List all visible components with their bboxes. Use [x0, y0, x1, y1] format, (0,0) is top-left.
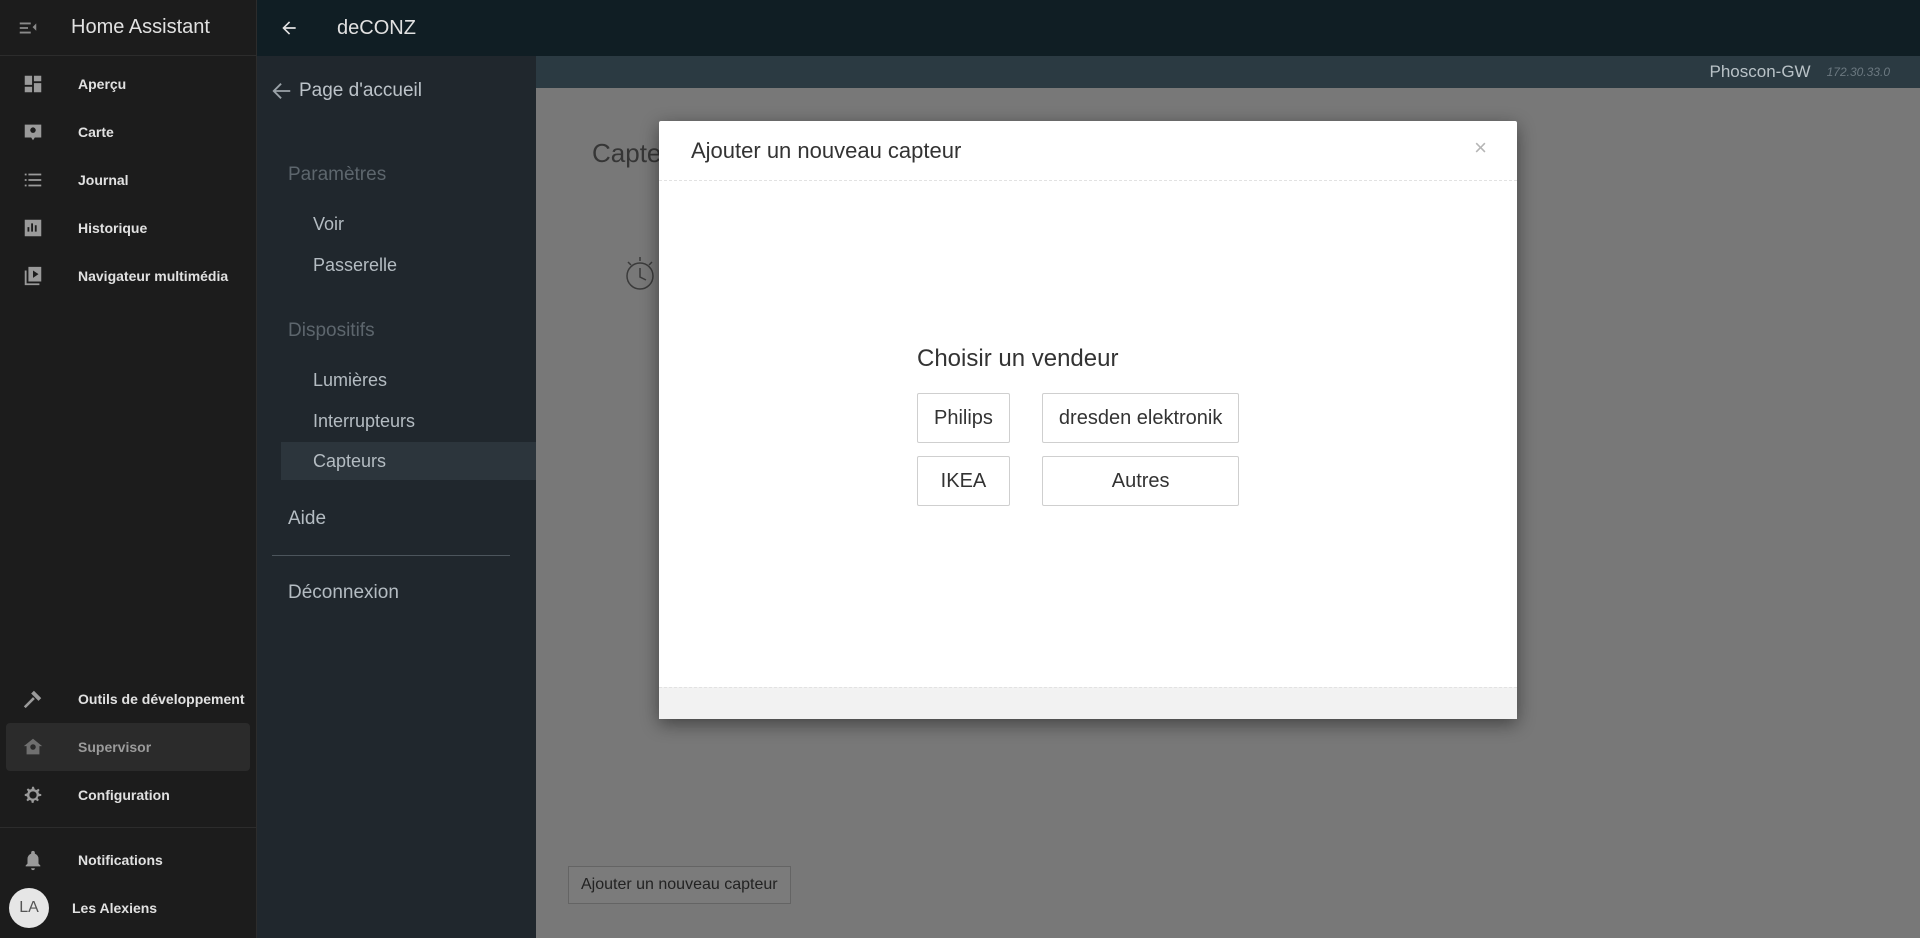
gear-icon	[24, 786, 42, 803]
vendor-button-ikea[interactable]: IKEA	[917, 456, 1010, 506]
sidebar-item-label: Les Alexiens	[72, 900, 158, 916]
ha-sidebar: Home Assistant Aperçu Carte Journal Hist…	[0, 0, 257, 938]
menu-link-aide[interactable]: Aide	[288, 508, 326, 530]
sidebar-item-dev-tools[interactable]: Outils de développement	[6, 675, 250, 723]
sidebar-item-label: Aperçu	[78, 76, 127, 92]
sidebar-item-label: Carte	[78, 124, 114, 140]
menu-link-lumieres[interactable]: Lumières	[313, 370, 387, 391]
section-dispositifs: Dispositifs	[288, 320, 375, 341]
home-gear-icon	[23, 738, 43, 755]
vendor-heading: Choisir un vendeur	[917, 345, 1119, 372]
home-link[interactable]: Page d'accueil	[271, 80, 422, 102]
sidebar-item-historique[interactable]: Historique	[6, 204, 250, 252]
sidebar-item-journal[interactable]: Journal	[6, 156, 250, 204]
arrow-left-icon	[282, 21, 296, 35]
sidebar-item-label: Notifications	[78, 852, 163, 868]
menu-collapse-icon	[19, 22, 37, 33]
sidebar-item-label: Historique	[78, 220, 148, 236]
menu-toggle-button[interactable]	[0, 0, 56, 56]
home-link-label: Page d'accueil	[299, 80, 422, 101]
menu-link-voir[interactable]: Voir	[313, 214, 344, 235]
gateway-name: Phoscon-GW	[1709, 62, 1811, 81]
media-icon	[24, 266, 42, 286]
avatar: LA	[9, 888, 49, 928]
map-icon	[24, 124, 42, 141]
vendor-button-philips[interactable]: Philips	[917, 393, 1010, 443]
vendor-chooser: Choisir un vendeur Philips dresden elekt…	[917, 345, 1240, 506]
sidebar-item-user[interactable]: LA Les Alexiens	[6, 884, 250, 932]
sidebar-item-configuration[interactable]: Configuration	[6, 771, 250, 819]
app-title: Home Assistant	[71, 16, 210, 38]
phoscon-menu: Page d'accueil Paramètres Voir Passerell…	[257, 56, 536, 938]
menu-link-deconnexion[interactable]: Déconnexion	[288, 582, 399, 604]
top-toolbar: deCONZ	[257, 0, 1920, 56]
list-icon	[24, 173, 42, 187]
sidebar-nav: Aperçu Carte Journal Historique Navigate…	[0, 56, 256, 300]
sidebar-bottom: Outils de développement Supervisor Confi…	[0, 675, 256, 938]
back-button[interactable]	[261, 0, 317, 56]
menu-divider	[272, 555, 510, 556]
close-icon[interactable]: ×	[1474, 135, 1487, 161]
bell-icon	[25, 850, 41, 871]
vendor-button-dresden-elektronik[interactable]: dresden elektronik	[1041, 393, 1240, 443]
section-parametres: Paramètres	[288, 164, 387, 185]
sidebar-item-notifications[interactable]: Notifications	[6, 836, 250, 884]
sidebar-divider	[0, 827, 256, 828]
gateway-bar: Phoscon-GW 172.30.33.0	[536, 56, 1920, 88]
sidebar-item-label: Outils de développement	[78, 691, 245, 707]
hammer-icon	[23, 690, 42, 709]
menu-link-passerelle[interactable]: Passerelle	[313, 255, 397, 276]
arrow-back-circle-icon	[272, 83, 291, 99]
sidebar-item-label: Supervisor	[78, 739, 152, 755]
sidebar-item-label: Journal	[78, 172, 129, 188]
sidebar-item-label: Navigateur multimédia	[78, 268, 229, 284]
chart-icon	[24, 219, 42, 237]
menu-link-interrupteurs[interactable]: Interrupteurs	[313, 411, 415, 432]
sidebar-item-navigateur[interactable]: Navigateur multimédia	[6, 252, 250, 300]
modal-title: Ajouter un nouveau capteur	[691, 137, 962, 163]
sidebar-item-label: Configuration	[78, 787, 170, 803]
dashboard-icon	[24, 75, 42, 93]
vendor-grid: Philips dresden elektronik IKEA Autres	[917, 393, 1240, 506]
page-title: deCONZ	[337, 16, 416, 39]
modal-header: Ajouter un nouveau capteur ×	[659, 121, 1517, 181]
sidebar-item-carte[interactable]: Carte	[6, 108, 250, 156]
sidebar-item-supervisor[interactable]: Supervisor	[6, 723, 250, 771]
menu-link-capteurs[interactable]: Capteurs	[313, 451, 386, 472]
modal-footer	[659, 687, 1517, 719]
vendor-button-autres[interactable]: Autres	[1041, 456, 1240, 506]
add-sensor-modal: Ajouter un nouveau capteur × Choisir un …	[659, 121, 1517, 719]
sidebar-header: Home Assistant	[0, 0, 256, 56]
sidebar-item-apercu[interactable]: Aperçu	[6, 60, 250, 108]
gateway-ip: 172.30.33.0	[1826, 65, 1890, 79]
